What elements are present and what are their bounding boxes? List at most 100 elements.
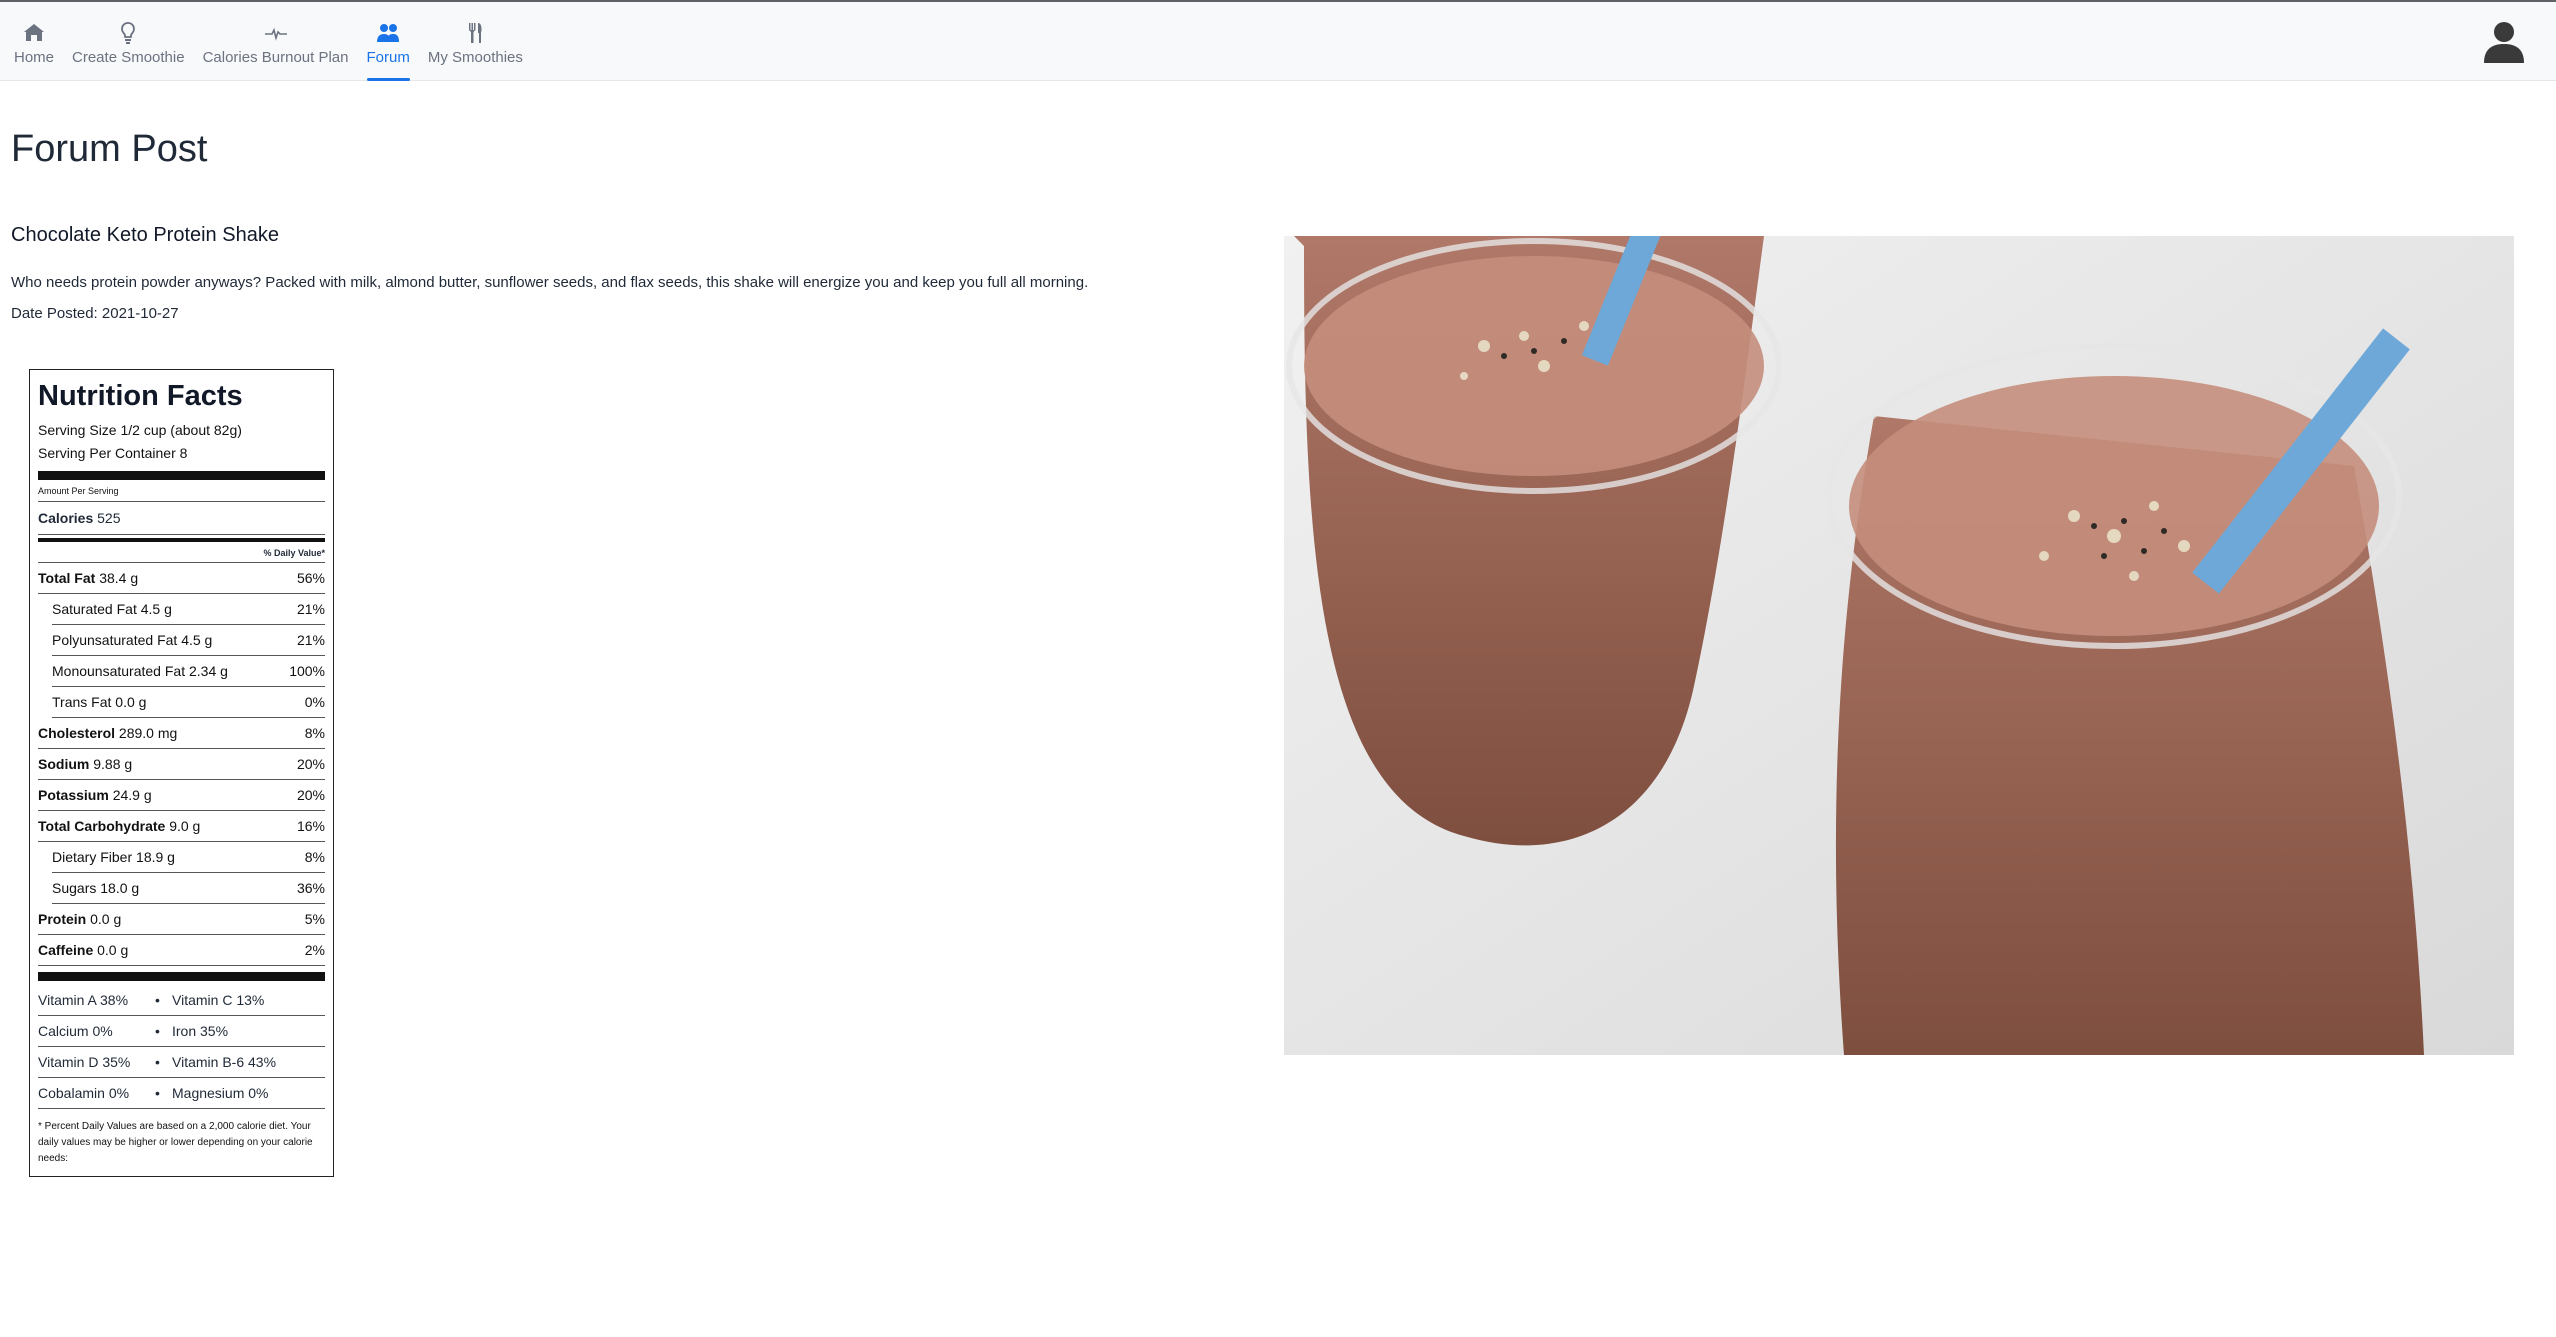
nutrient-amount: 24.9 g bbox=[112, 787, 152, 803]
nutrient-amount: 18.9 g bbox=[136, 849, 175, 865]
calories-label: Calories bbox=[38, 510, 94, 526]
nutrient-amount: 4.5 g bbox=[140, 601, 172, 617]
nutrient-name: Polyunsaturated Fat bbox=[52, 632, 178, 648]
vitamin-left: Cobalamin 0% bbox=[38, 1085, 130, 1101]
nutrient-name-amount: Total Fat 38.4 g bbox=[38, 563, 138, 593]
calories-value: 525 bbox=[97, 510, 121, 526]
nutrient-amount: 0.0 g bbox=[115, 694, 147, 710]
divider-medium bbox=[38, 538, 325, 542]
vitamin-right: Vitamin B-6 43% bbox=[172, 1054, 277, 1070]
nutrient-daily-value: 20% bbox=[296, 787, 325, 803]
nutrient-daily-value: 2% bbox=[304, 942, 325, 958]
nutrient-row: Trans Fat 0.0 g 0% bbox=[52, 687, 325, 718]
vitamin-left: Vitamin A 38% bbox=[38, 992, 129, 1008]
nutrient-name-amount: Polyunsaturated Fat 4.5 g bbox=[52, 625, 212, 655]
smoothie-image bbox=[1284, 236, 2514, 1055]
nutrient-amount: 289.0 mg bbox=[118, 725, 178, 741]
vitamin-row: Vitamin A 38% • Vitamin C 13% bbox=[38, 985, 325, 1016]
nutrient-daily-value: 36% bbox=[296, 880, 325, 896]
home-icon bbox=[24, 24, 44, 41]
page-title: Forum Post bbox=[11, 128, 208, 170]
nutrient-daily-value: 16% bbox=[296, 818, 325, 834]
nutrient-name-amount: Cholesterol 289.0 mg bbox=[38, 718, 177, 748]
nutrient-name-amount: Total Carbohydrate 9.0 g bbox=[38, 811, 200, 841]
vitamin-right: Magnesium 0% bbox=[172, 1085, 269, 1101]
serving-size: Serving Size 1/2 cup (about 82g) bbox=[38, 422, 242, 438]
utensils-icon bbox=[469, 23, 482, 43]
nutrient-row: Monounsaturated Fat 2.34 g 100% bbox=[52, 656, 325, 687]
amount-per-serving: Amount Per Serving bbox=[38, 484, 325, 502]
nutrient-name-amount: Dietary Fiber 18.9 g bbox=[52, 842, 175, 872]
smoothie-photo bbox=[1284, 236, 2514, 1055]
nutrient-name: Total Fat bbox=[38, 570, 96, 586]
nutrient-name: Cholesterol bbox=[38, 725, 116, 741]
nav-item-home[interactable]: Home bbox=[14, 20, 54, 80]
nutrient-daily-value: 8% bbox=[304, 849, 325, 865]
daily-value-header: % Daily Value* bbox=[38, 544, 325, 563]
post-date: Date Posted: 2021-10-27 bbox=[11, 305, 179, 322]
nutrient-row: Potassium 24.9 g 20% bbox=[38, 780, 325, 811]
vitamin-left: Vitamin D 35% bbox=[38, 1054, 131, 1070]
nutrient-row: Sodium 9.88 g 20% bbox=[38, 749, 325, 780]
nav-item-calories-burnout-plan[interactable]: Calories Burnout Plan bbox=[203, 20, 349, 80]
nutrient-daily-value: 5% bbox=[304, 911, 325, 927]
nav-item-my-smoothies[interactable]: My Smoothies bbox=[428, 20, 523, 80]
nutrient-daily-value: 56% bbox=[296, 570, 325, 586]
vitamin-row: Cobalamin 0% • Magnesium 0% bbox=[38, 1078, 325, 1109]
post-title: Chocolate Keto Protein Shake bbox=[11, 224, 279, 246]
nutrient-amount: 0.0 g bbox=[97, 942, 129, 958]
users-icon bbox=[377, 24, 400, 42]
nutrient-name: Sodium bbox=[38, 756, 90, 772]
post-description: Who needs protein powder anyways? Packed… bbox=[11, 274, 1089, 291]
vitamin-right: Vitamin C 13% bbox=[172, 992, 265, 1008]
nutrient-name: Saturated Fat bbox=[52, 601, 137, 617]
nav-label-home: Home bbox=[14, 49, 55, 66]
vitamin-left: Calcium 0% bbox=[38, 1023, 113, 1039]
nutrient-name-amount: Sodium 9.88 g bbox=[38, 749, 132, 779]
nutrient-row: Dietary Fiber 18.9 g 8% bbox=[52, 842, 325, 873]
nutrient-amount: 4.5 g bbox=[181, 632, 213, 648]
nutrient-amount: 18.0 g bbox=[100, 880, 140, 896]
divider-thick bbox=[38, 471, 325, 480]
nutrient-row: Total Carbohydrate 9.0 g 16% bbox=[38, 811, 325, 842]
servings-per-container: Serving Per Container 8 bbox=[38, 445, 188, 461]
nutrient-daily-value: 21% bbox=[296, 632, 325, 648]
nav-item-create-smoothie[interactable]: Create Smoothie bbox=[72, 20, 185, 80]
bullet: • bbox=[155, 1054, 160, 1070]
vitamin-row: Vitamin D 35% • Vitamin B-6 43% bbox=[38, 1047, 325, 1078]
vitamin-row: Calcium 0% • Iron 35% bbox=[38, 1016, 325, 1047]
nutrient-name-amount: Caffeine 0.0 g bbox=[38, 935, 128, 965]
calories-row: Calories 525 bbox=[38, 502, 325, 535]
nutrient-daily-value: 8% bbox=[304, 725, 325, 741]
nutrient-daily-value: 21% bbox=[296, 601, 325, 617]
nutrient-amount: 9.88 g bbox=[93, 756, 133, 772]
nutrient-name: Caffeine bbox=[38, 942, 94, 958]
vitamin-right: Iron 35% bbox=[172, 1023, 229, 1039]
nutrient-row: Cholesterol 289.0 mg 8% bbox=[38, 718, 325, 749]
nav-label-calories-burnout-plan: Calories Burnout Plan bbox=[202, 49, 349, 66]
nutrient-name-amount: Potassium 24.9 g bbox=[38, 780, 152, 810]
nav-label-forum: Forum bbox=[366, 49, 410, 66]
nutrient-name: Monounsaturated Fat bbox=[52, 663, 186, 679]
lightbulb-icon bbox=[121, 22, 136, 44]
nutrient-daily-value: 0% bbox=[304, 694, 325, 710]
nav-item-forum[interactable]: Forum bbox=[366, 20, 411, 81]
nutrition-facts-label: Nutrition Facts Serving Size 1/2 cup (ab… bbox=[29, 369, 334, 1177]
daily-value-footnote: * Percent Daily Values are based on a 2,… bbox=[38, 1121, 313, 1164]
nutrient-row: Saturated Fat 4.5 g 21% bbox=[52, 594, 325, 625]
nutrient-row: Protein 0.0 g 5% bbox=[38, 904, 325, 935]
nutrient-name: Protein bbox=[38, 911, 87, 927]
bullet: • bbox=[155, 992, 160, 1008]
nutrient-name-amount: Sugars 18.0 g bbox=[52, 873, 139, 903]
nutrient-row: Sugars 18.0 g 36% bbox=[52, 873, 325, 904]
nav-label-create-smoothie: Create Smoothie bbox=[72, 49, 185, 66]
nutrition-facts-title: Nutrition Facts bbox=[38, 380, 243, 412]
nutrient-name-amount: Monounsaturated Fat 2.34 g bbox=[52, 656, 228, 686]
nutrient-name-amount: Trans Fat 0.0 g bbox=[52, 687, 146, 717]
nutrient-amount: 38.4 g bbox=[99, 570, 139, 586]
user-avatar-icon[interactable] bbox=[2482, 19, 2526, 63]
nav-label-my-smoothies: My Smoothies bbox=[427, 49, 523, 66]
nutrient-name: Dietary Fiber bbox=[52, 849, 133, 865]
nutrient-name: Potassium bbox=[38, 787, 109, 803]
nutrient-rows: Total Fat 38.4 g 56% Saturated Fat 4.5 g 21… bbox=[38, 563, 325, 966]
